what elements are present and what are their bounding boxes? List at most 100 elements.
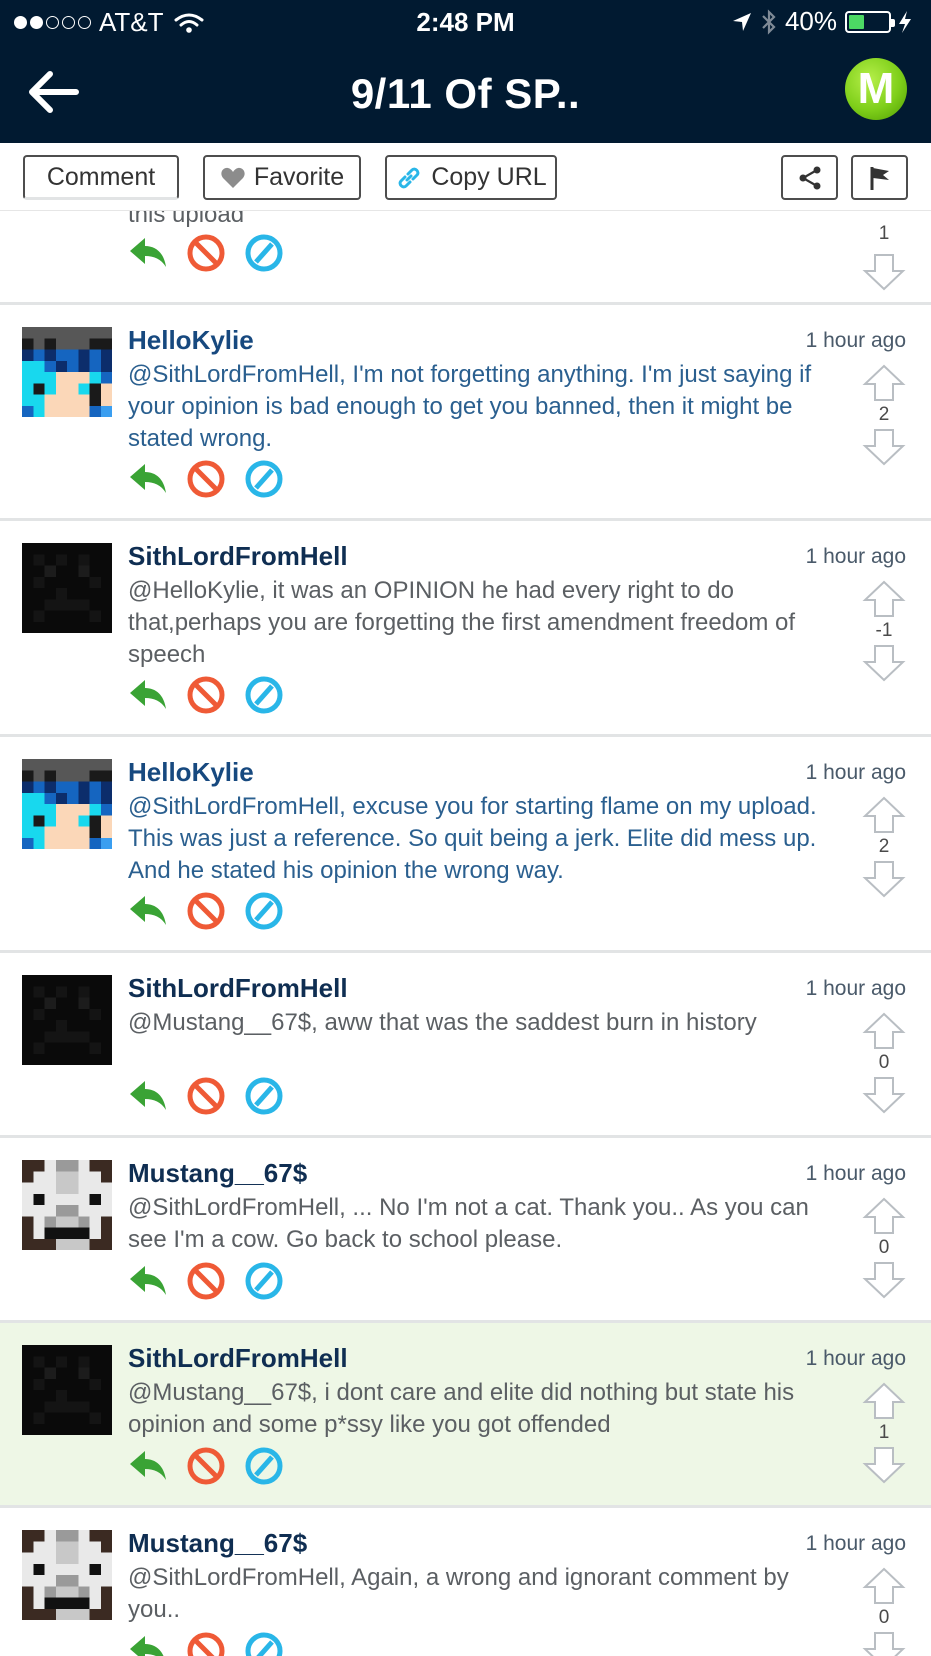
report-comment-icon[interactable]	[244, 1446, 284, 1486]
upvote-arrow-icon[interactable]	[862, 1196, 906, 1236]
copy-url-button[interactable]: Copy URL	[385, 155, 557, 200]
copy-url-button-label: Copy URL	[431, 163, 547, 191]
downvote-arrow-icon[interactable]	[862, 252, 906, 292]
comment-actions	[128, 1631, 284, 1656]
avatar[interactable]	[22, 327, 112, 417]
reply-arrow-icon[interactable]	[128, 1446, 168, 1486]
downvote-arrow-icon[interactable]	[862, 1445, 906, 1485]
upvote-arrow-icon[interactable]	[862, 795, 906, 835]
action-toolbar: Comment Favorite Copy URL	[0, 143, 931, 211]
comment-actions	[128, 459, 284, 499]
downvote-arrow-icon[interactable]	[862, 1630, 906, 1656]
avatar[interactable]	[22, 1345, 112, 1435]
comment-text: @SithLordFromHell, excuse you for starti…	[128, 793, 817, 884]
block-user-icon[interactable]	[186, 1446, 226, 1486]
avatar[interactable]	[22, 1160, 112, 1250]
comment-actions	[128, 1261, 284, 1301]
status-right-group: 40%	[731, 6, 921, 37]
comment-item: Mustang__67$ 1 hour ago @SithLordFromHell,…	[0, 1138, 931, 1323]
comment-actions	[128, 233, 284, 273]
report-comment-icon[interactable]	[244, 1261, 284, 1301]
comment-timestamp: 1 hour ago	[805, 1347, 906, 1370]
downvote-arrow-icon[interactable]	[862, 859, 906, 899]
location-arrow-icon	[732, 12, 751, 31]
comment-username[interactable]: HelloKylie	[128, 325, 254, 356]
comment-username[interactable]: Mustang__67$	[128, 1528, 307, 1559]
comment-item: SithLordFromHell 1 hour ago @HelloKylie, i…	[0, 521, 931, 737]
comment-timestamp: 1 hour ago	[805, 329, 906, 352]
avatar[interactable]	[22, 543, 112, 633]
comment-username[interactable]: Mustang__67$	[128, 1158, 307, 1189]
comment-text: @HelloKylie, it was an OPINION he had ev…	[128, 577, 796, 668]
upvote-arrow-icon[interactable]	[862, 363, 906, 403]
upvote-arrow-icon[interactable]	[862, 1381, 906, 1421]
report-comment-icon[interactable]	[244, 675, 284, 715]
vote-score: 1	[878, 1422, 890, 1443]
flag-icon	[870, 166, 889, 190]
report-comment-icon[interactable]	[244, 1076, 284, 1116]
downvote-arrow-icon[interactable]	[862, 427, 906, 467]
charging-bolt-icon	[899, 10, 911, 33]
block-user-icon[interactable]	[186, 1076, 226, 1116]
app-logo-icon[interactable]: M	[845, 58, 907, 120]
comment-item: HelloKylie 1 hour ago @SithLordFromHell, e…	[0, 737, 931, 953]
comment-text: @Mustang__67$, aww that was the saddest …	[128, 1009, 757, 1036]
upvote-arrow-icon[interactable]	[862, 579, 906, 619]
comment-username[interactable]: SithLordFromHell	[128, 1343, 348, 1374]
block-user-icon[interactable]	[186, 459, 226, 499]
block-user-icon[interactable]	[186, 675, 226, 715]
reply-arrow-icon[interactable]	[128, 1631, 168, 1656]
favorite-button[interactable]: Favorite	[203, 155, 361, 200]
comment-username[interactable]: SithLordFromHell	[128, 973, 348, 1004]
comment-list: this upload 1 HelloKylie 1 hour ago @SithLor…	[0, 211, 931, 1656]
reply-arrow-icon[interactable]	[128, 1076, 168, 1116]
comment-item: SithLordFromHell 1 hour ago @Mustang__67$,…	[0, 953, 931, 1138]
block-user-icon[interactable]	[186, 1631, 226, 1656]
status-bar: AT&T 2:48 PM 40%	[0, 0, 931, 46]
avatar[interactable]	[22, 1530, 112, 1620]
block-user-icon[interactable]	[186, 891, 226, 931]
downvote-arrow-icon[interactable]	[862, 1260, 906, 1300]
upvote-arrow-icon[interactable]	[862, 1566, 906, 1606]
share-button[interactable]	[781, 155, 838, 200]
top-bar: AT&T 2:48 PM 40% 9/11 Of SP.. M	[0, 0, 931, 143]
reply-arrow-icon[interactable]	[128, 459, 168, 499]
block-user-icon[interactable]	[186, 233, 226, 273]
comment-text: this upload	[128, 211, 245, 228]
comment-text: @SithLordFromHell, Again, a wrong and ig…	[128, 1564, 789, 1623]
comment-timestamp: 1 hour ago	[805, 977, 906, 1000]
report-comment-icon[interactable]	[244, 459, 284, 499]
avatar[interactable]	[22, 975, 112, 1065]
comment-timestamp: 1 hour ago	[805, 545, 906, 568]
comment-username[interactable]: SithLordFromHell	[128, 541, 348, 572]
report-comment-icon[interactable]	[244, 1631, 284, 1656]
comment-button[interactable]: Comment	[23, 155, 179, 200]
vote-column: -1	[862, 579, 906, 683]
comment-username[interactable]: HelloKylie	[128, 757, 254, 788]
comment-timestamp: 1 hour ago	[805, 761, 906, 784]
report-flag-button[interactable]	[851, 155, 908, 200]
reply-arrow-icon[interactable]	[128, 233, 168, 273]
comment-actions	[128, 1076, 284, 1116]
comment-timestamp: 1 hour ago	[805, 1162, 906, 1185]
comment-item: Mustang__67$ 1 hour ago @SithLordFromHell,…	[0, 1508, 931, 1656]
link-icon	[398, 167, 420, 188]
comment-item: this upload 1	[0, 211, 931, 305]
vote-column: 2	[862, 795, 906, 899]
comment-button-label: Comment	[46, 162, 156, 191]
comment-text: @SithLordFromHell, I'm not forgetting an…	[128, 361, 812, 452]
downvote-arrow-icon[interactable]	[862, 1075, 906, 1115]
vote-column: 0	[862, 1566, 906, 1656]
report-comment-icon[interactable]	[244, 233, 284, 273]
vote-score: 2	[878, 836, 890, 857]
reply-arrow-icon[interactable]	[128, 675, 168, 715]
report-comment-icon[interactable]	[244, 891, 284, 931]
battery-level	[849, 14, 864, 29]
reply-arrow-icon[interactable]	[128, 1261, 168, 1301]
avatar[interactable]	[22, 759, 112, 849]
block-user-icon[interactable]	[186, 1261, 226, 1301]
downvote-arrow-icon[interactable]	[862, 643, 906, 683]
upvote-arrow-icon[interactable]	[862, 1011, 906, 1051]
reply-arrow-icon[interactable]	[128, 891, 168, 931]
comment-actions	[128, 891, 284, 931]
